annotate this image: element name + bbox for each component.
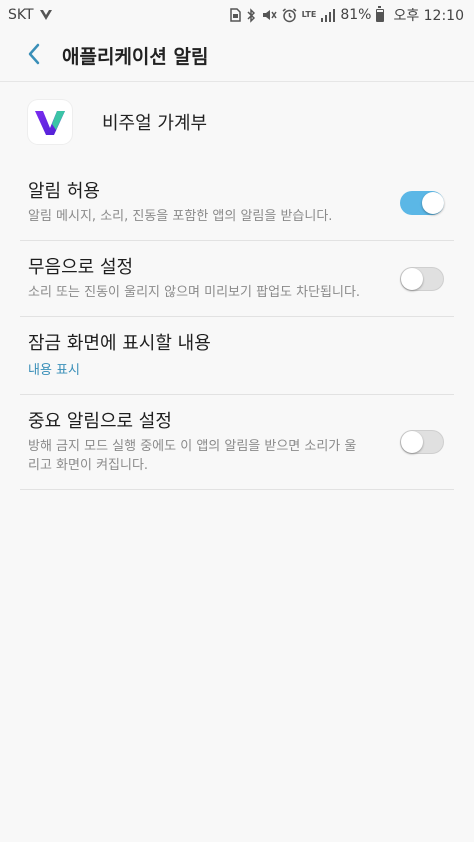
signal-icon xyxy=(321,8,336,22)
status-bar: SKT LTE 81% 오후 12:10 xyxy=(0,0,474,30)
back-arrow-icon xyxy=(27,43,41,69)
app-bar: 애플리케이션 알림 xyxy=(0,30,474,82)
toggle-knob xyxy=(401,267,423,290)
toggle-knob xyxy=(422,191,444,214)
setting-title: 중요 알림으로 설정 xyxy=(28,411,172,432)
setting-description: 방해 금지 모드 실행 중에도 이 앱의 알림을 받으면 소리가 울리고 화면이… xyxy=(28,439,357,473)
toggle-knob xyxy=(401,431,423,453)
setting-lock-screen-content[interactable]: 잠금 화면에 표시할 내용 내용 표시 xyxy=(20,317,454,395)
sim-icon xyxy=(229,8,241,22)
app-header: 비주얼 가계부 xyxy=(28,98,448,146)
app-name: 비주얼 가계부 xyxy=(102,113,208,134)
mute-icon xyxy=(261,8,277,22)
carrier-v-icon xyxy=(39,9,53,21)
status-right: LTE 81% 오후 12:10 xyxy=(229,5,464,25)
setting-title: 무음으로 설정 xyxy=(28,257,134,278)
setting-allow-notifications[interactable]: 알림 허용 알림 메시지, 소리, 진동을 포함한 앱의 알림을 받습니다. xyxy=(20,165,454,241)
bluetooth-icon xyxy=(246,7,256,23)
silent-toggle[interactable] xyxy=(400,266,444,291)
battery-icon xyxy=(376,5,385,22)
status-left: SKT xyxy=(8,7,53,23)
alarm-icon xyxy=(282,7,297,23)
carrier-label: SKT xyxy=(8,7,34,23)
setting-silent[interactable]: 무음으로 설정 소리 또는 진동이 울리지 않으며 미리보기 팝업도 차단됩니다… xyxy=(20,241,454,317)
visual-ledger-app-icon xyxy=(28,100,72,144)
setting-title: 잠금 화면에 표시할 내용 xyxy=(28,333,211,354)
page-title: 애플리케이션 알림 xyxy=(62,46,209,68)
settings-list: 알림 허용 알림 메시지, 소리, 진동을 포함한 앱의 알림을 받습니다. 무… xyxy=(20,165,454,490)
setting-description: 소리 또는 진동이 울리지 않으며 미리보기 팝업도 차단됩니다. xyxy=(28,285,361,300)
priority-toggle[interactable] xyxy=(400,430,444,454)
back-button[interactable] xyxy=(12,34,56,78)
allow-notifications-toggle[interactable] xyxy=(400,190,444,215)
setting-description: 알림 메시지, 소리, 진동을 포함한 앱의 알림을 받습니다. xyxy=(28,209,333,224)
clock: 오후 12:10 xyxy=(393,8,464,24)
battery-percent: 81% xyxy=(340,7,372,23)
lte-icon: LTE xyxy=(302,11,317,19)
setting-priority[interactable]: 중요 알림으로 설정 방해 금지 모드 실행 중에도 이 앱의 알림을 받으면 … xyxy=(20,395,454,490)
setting-title: 알림 허용 xyxy=(28,181,100,202)
setting-value: 내용 표시 xyxy=(28,363,80,378)
lte-label: LTE xyxy=(301,10,317,19)
